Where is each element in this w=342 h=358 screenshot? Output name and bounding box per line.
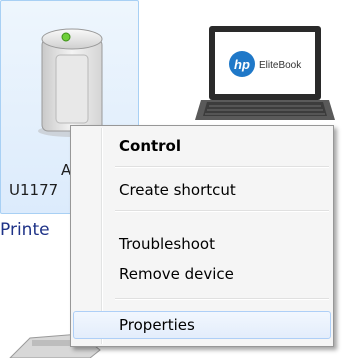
menu-item-control[interactable]: Control bbox=[73, 132, 331, 160]
menu-item-troubleshoot[interactable]: Troubleshoot bbox=[73, 230, 331, 258]
menu-item-properties[interactable]: Properties bbox=[73, 311, 331, 339]
menu-item-create-shortcut[interactable]: Create shortcut bbox=[73, 176, 331, 204]
section-label-printers: Printe bbox=[0, 220, 50, 240]
svg-text:hp: hp bbox=[234, 57, 250, 72]
menu-separator bbox=[115, 210, 329, 212]
printer-tower-icon bbox=[38, 28, 106, 137]
menu-item-remove-device[interactable]: Remove device bbox=[73, 260, 331, 288]
context-menu: Control Create shortcut Troubleshoot Rem… bbox=[70, 125, 334, 347]
laptop-brand: EliteBook bbox=[259, 60, 302, 71]
menu-separator bbox=[115, 298, 329, 300]
menu-separator bbox=[115, 166, 329, 168]
device-label-line2: U1177 bbox=[9, 181, 59, 199]
laptop-icon[interactable]: hp EliteBook bbox=[195, 24, 335, 124]
